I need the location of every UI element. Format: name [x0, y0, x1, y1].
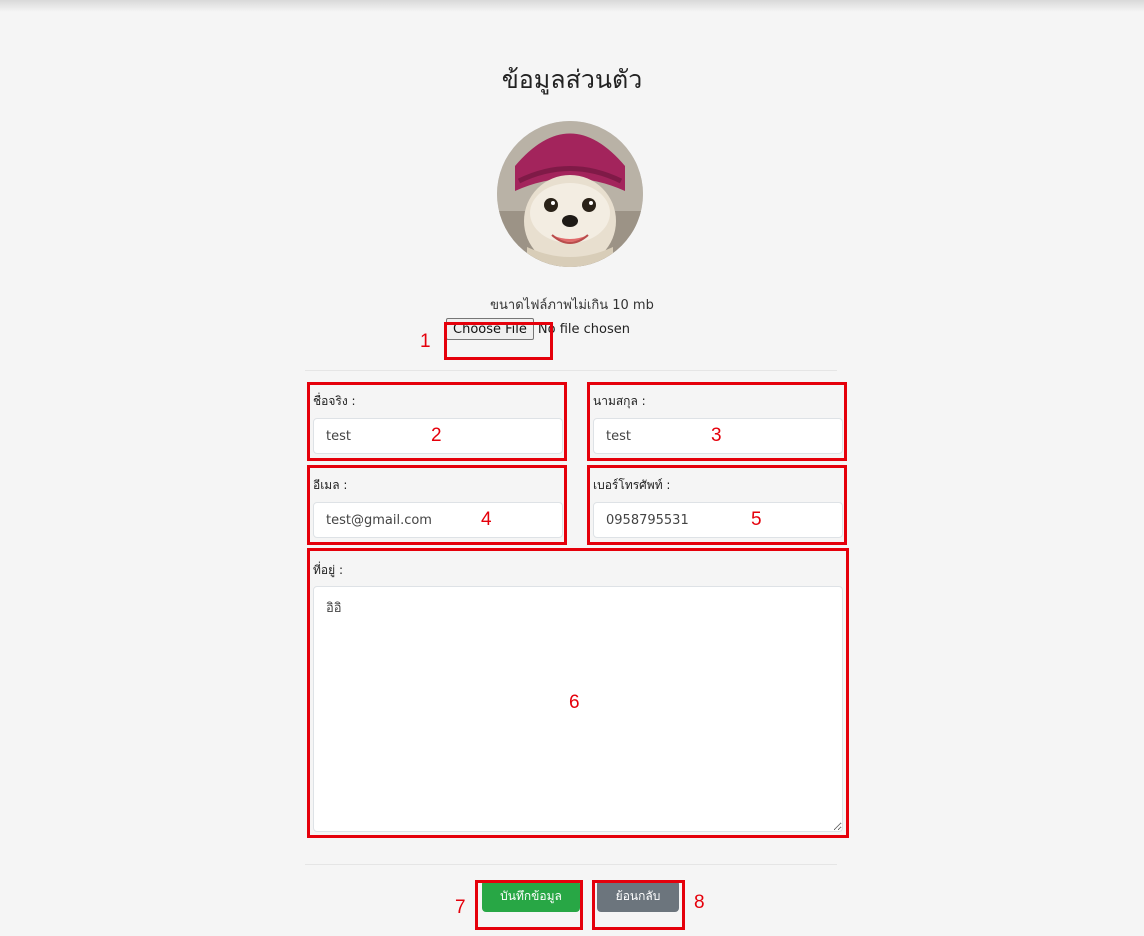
first-name-label: ชื่อจริง :: [313, 394, 356, 408]
divider-bottom: [305, 864, 837, 865]
phone-input[interactable]: 0958795531: [593, 502, 843, 538]
page-title: ข้อมูลส่วนตัว: [501, 65, 643, 94]
phone-label: เบอร์โทรศัพท์ :: [593, 478, 671, 492]
email-label: อีเมล :: [313, 478, 348, 492]
annotation-number-8: 8: [694, 892, 705, 913]
annotation-number-4: 4: [481, 509, 492, 530]
avatar: [497, 121, 643, 267]
back-button[interactable]: ย้อนกลับ: [597, 880, 679, 912]
annotation-number-3: 3: [711, 425, 722, 446]
file-status: No file chosen: [537, 321, 630, 337]
address-label: ที่อยู่ :: [313, 563, 344, 577]
profile-card: ข้อมูลส่วนตัว ขนาดไฟล์ภาพไม่เกิน 10 mb C…: [0, 0, 1144, 936]
save-button[interactable]: บันทึกข้อมูล: [482, 880, 580, 912]
choose-file-button[interactable]: Choose File: [446, 318, 534, 340]
annotation-number-5: 5: [751, 509, 762, 530]
divider-top: [305, 370, 837, 371]
file-upload: Choose File No file chosen: [442, 316, 630, 342]
annotation-number-6: 6: [569, 692, 580, 713]
upload-hint: ขนาดไฟล์ภาพไม่เกิน 10 mb: [490, 298, 654, 313]
email-input[interactable]: test@gmail.com: [313, 502, 563, 538]
annotation-number-2: 2: [431, 425, 442, 446]
last-name-label: นามสกุล :: [593, 394, 646, 408]
annotation-number-1: 1: [420, 331, 431, 352]
annotation-number-7: 7: [455, 897, 466, 918]
avatar-image: [497, 121, 643, 267]
